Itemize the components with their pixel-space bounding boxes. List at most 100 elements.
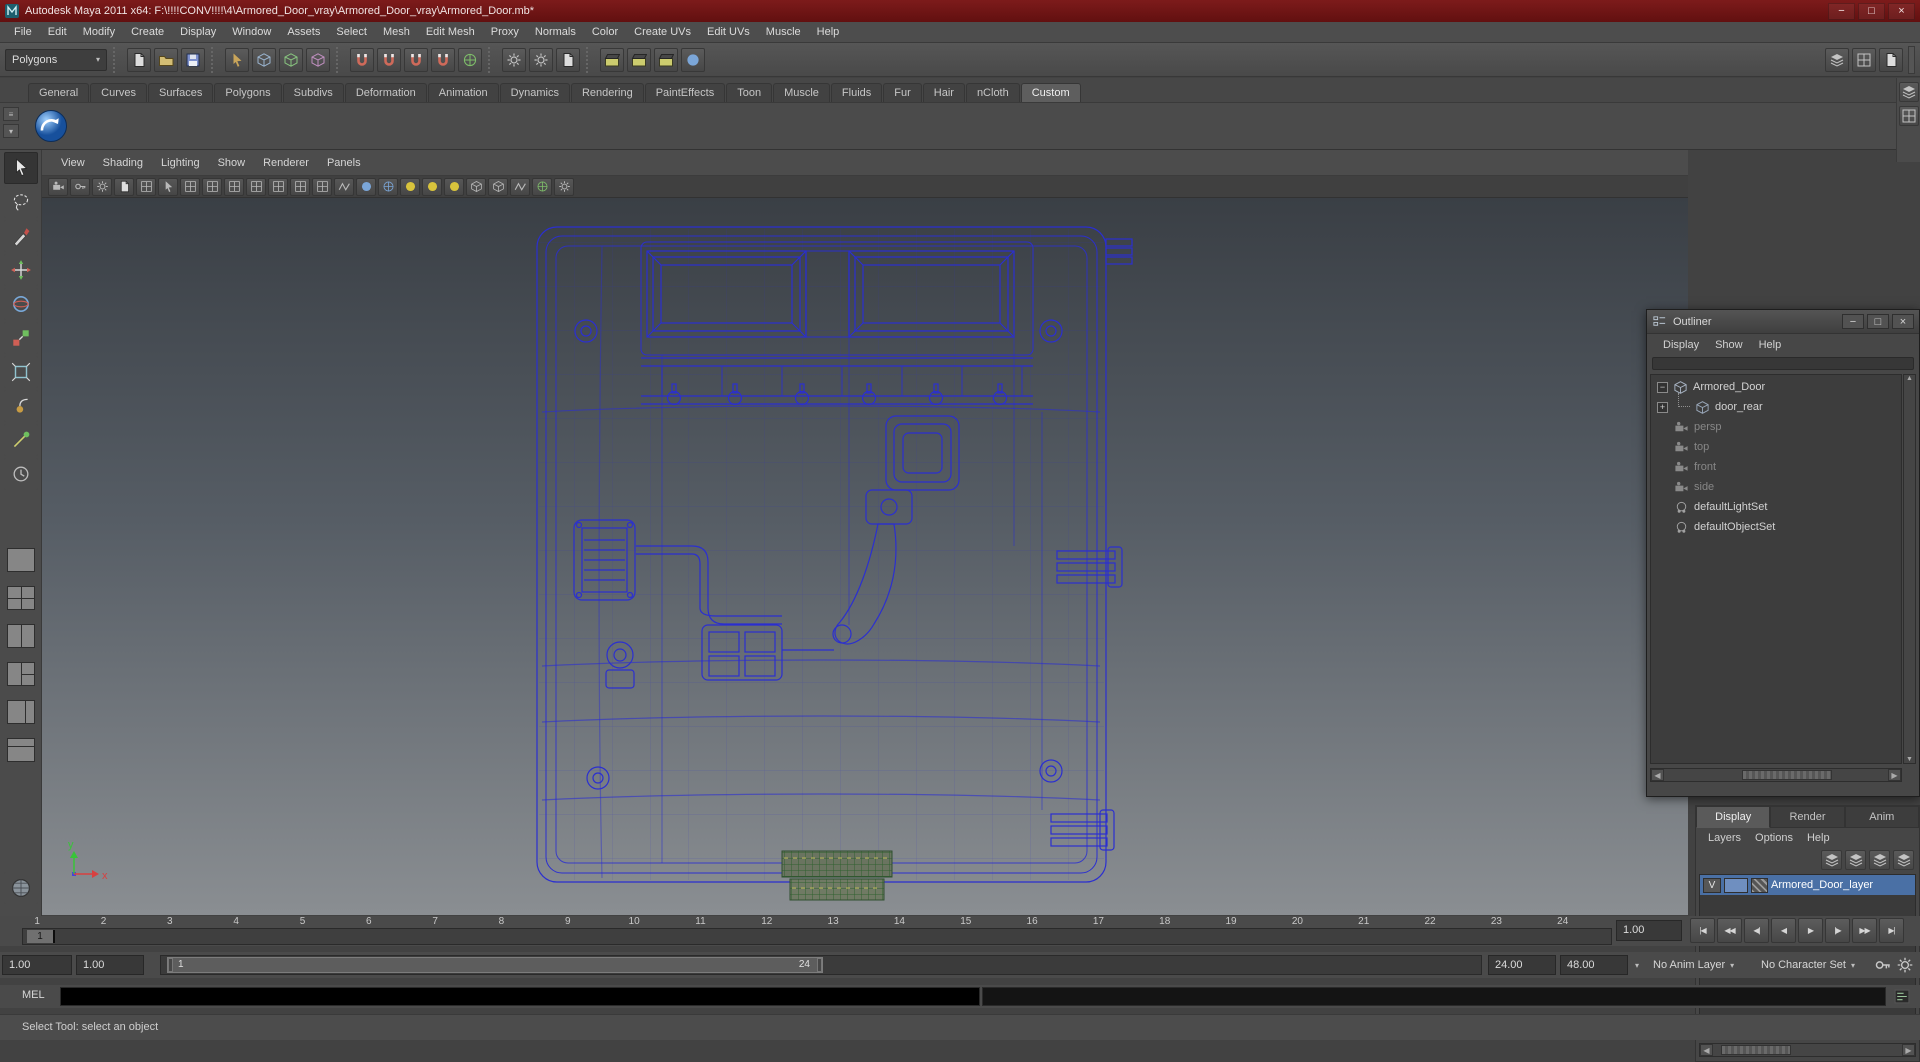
snap-to-point-button[interactable] [404,47,428,72]
auto-keyframe-toggle[interactable] [1874,956,1892,974]
playback-end-field[interactable]: 24.00 [1488,955,1556,975]
scroll-down-icon[interactable]: ▼ [1906,756,1913,763]
shelf-tab-toon[interactable]: Toon [726,83,773,102]
panel-menu-show[interactable]: Show [209,157,255,169]
sidebar-toggle-attribute-editor[interactable] [1898,82,1919,102]
xray-button[interactable] [488,177,508,196]
anim-layer-dropdown[interactable]: No Anim Layer ▾ [1648,955,1739,975]
layer-visibility-toggle[interactable]: V [1703,877,1721,893]
use-default-lighting-button[interactable] [422,177,442,196]
statusline-collapse-handle[interactable] [1908,45,1915,74]
lasso-tool-button[interactable] [4,186,38,218]
step-forward-key-button[interactable]: ▶▶ [1852,918,1877,943]
time-slider-track[interactable]: 1 [22,928,1612,945]
menu-normals[interactable]: Normals [527,26,584,38]
render-settings-button[interactable] [654,47,678,72]
scrollbar-thumb[interactable] [1742,770,1832,780]
snap-to-grid-button[interactable] [350,47,374,72]
plugin-shapes-button[interactable] [532,177,552,196]
shelf-tab-curves[interactable]: Curves [90,83,147,102]
show-attribute-editor-button[interactable] [1825,47,1849,72]
play-backwards-button[interactable]: ◀ [1771,918,1796,943]
shelf-tab-menu-button[interactable]: ≡ [3,107,19,121]
scroll-up-icon[interactable]: ▲ [1906,375,1913,382]
layer-playback-toggle[interactable] [1724,877,1748,893]
outliner-item-front[interactable]: front [1651,457,1901,477]
command-language-label[interactable]: MEL [22,989,45,1001]
rotate-tool-button[interactable] [4,288,38,320]
viewport-canvas[interactable]: y x [42,198,1688,915]
outliner-item-default-object-set[interactable]: defaultObjectSet [1651,517,1901,537]
minimize-button[interactable]: − [1828,2,1855,20]
outliner-item-door-rear[interactable]: + door_rear [1651,393,1901,417]
step-forward-frame-button[interactable]: |▶ [1825,918,1850,943]
animation-end-field[interactable]: 48.00 [1560,955,1628,975]
outliner-filter-field[interactable] [1652,357,1914,370]
ipr-render-button[interactable] [627,47,651,72]
menu-muscle[interactable]: Muscle [758,26,809,38]
outliner-title-bar[interactable]: Outliner − □ × [1647,310,1919,334]
maximize-button[interactable]: □ [1858,2,1885,20]
grid-toggle-button[interactable] [180,177,200,196]
panel-menu-view[interactable]: View [52,157,94,169]
render-current-frame-button[interactable] [600,47,624,72]
collapse-icon[interactable]: − [1657,381,1668,393]
shadows-button[interactable] [444,177,464,196]
soft-modification-tool-button[interactable] [4,390,38,422]
playback-range-bar[interactable]: 1 24 [167,957,823,973]
shelf-tab-ncloth[interactable]: nCloth [965,83,1020,102]
current-time-field[interactable]: 1.00 [1616,920,1682,941]
layout-persp-graph-button[interactable] [7,738,35,762]
select-mask-button[interactable] [306,47,330,72]
menu-edit-uvs[interactable]: Edit UVs [699,26,758,38]
status-separator[interactable] [586,46,594,73]
shelf-tab-deformation[interactable]: Deformation [344,83,427,102]
scrollbar-thumb[interactable] [1721,1045,1791,1055]
status-separator[interactable] [336,46,344,73]
outliner-item-persp[interactable]: persp [1651,417,1901,437]
outliner-menu-display[interactable]: Display [1655,339,1707,351]
current-frame-indicator[interactable]: 1 [27,930,55,943]
range-slider-groove[interactable]: 1 24 [160,955,1482,975]
outliner-item-default-light-set[interactable]: defaultLightSet [1651,497,1901,517]
layer-list-scrollbar[interactable]: ◀ ▶ [1699,1043,1916,1057]
shelf-tab-fur[interactable]: Fur [883,83,922,102]
menu-select[interactable]: Select [328,26,375,38]
film-gate-button[interactable] [202,177,222,196]
move-layer-up-button[interactable] [1821,850,1842,870]
make-live-button[interactable] [458,47,482,72]
menu-edit-mesh[interactable]: Edit Mesh [418,26,483,38]
select-camera-button[interactable] [48,177,68,196]
layout-two-pane-side-button[interactable] [7,624,35,648]
shelf-tab-custom[interactable]: Custom [1020,83,1081,102]
scroll-left-icon[interactable]: ◀ [1651,769,1664,781]
persp-view-layout-button[interactable] [4,872,38,904]
menu-color[interactable]: Color [584,26,626,38]
camera-attributes-button[interactable] [92,177,112,196]
output-connections-button[interactable] [529,47,553,72]
layout-single-pane-button[interactable] [7,548,35,572]
layer-row-armored-door-layer[interactable]: V Armored_Door_layer [1700,875,1915,895]
outliner-item-side[interactable]: side [1651,477,1901,497]
exposure-button[interactable] [554,177,574,196]
show-manipulator-tool-button[interactable] [4,424,38,456]
tab-render[interactable]: Render [1770,806,1845,828]
input-connections-button[interactable] [502,47,526,72]
shelf-options-button[interactable]: ▾ [3,124,19,138]
move-tool-button[interactable] [4,254,38,286]
scroll-right-icon[interactable]: ▶ [1902,1044,1915,1056]
layout-three-pane-button[interactable] [7,662,35,686]
range-end-handle[interactable] [817,958,822,972]
outliner-menu-help[interactable]: Help [1751,339,1790,351]
layer-display-type-swatch[interactable] [1751,877,1768,893]
command-input-field[interactable] [60,987,980,1006]
menu-mesh[interactable]: Mesh [375,26,418,38]
layout-persp-outliner-button[interactable] [7,700,35,724]
outliner-close-button[interactable]: × [1892,314,1914,329]
use-all-lights-button[interactable] [400,177,420,196]
wireframe-mode-button[interactable] [334,177,354,196]
new-scene-button[interactable] [127,47,151,72]
close-button[interactable]: × [1888,2,1915,20]
shelf-tab-painteffects[interactable]: PaintEffects [644,83,726,102]
save-scene-button[interactable] [181,47,205,72]
